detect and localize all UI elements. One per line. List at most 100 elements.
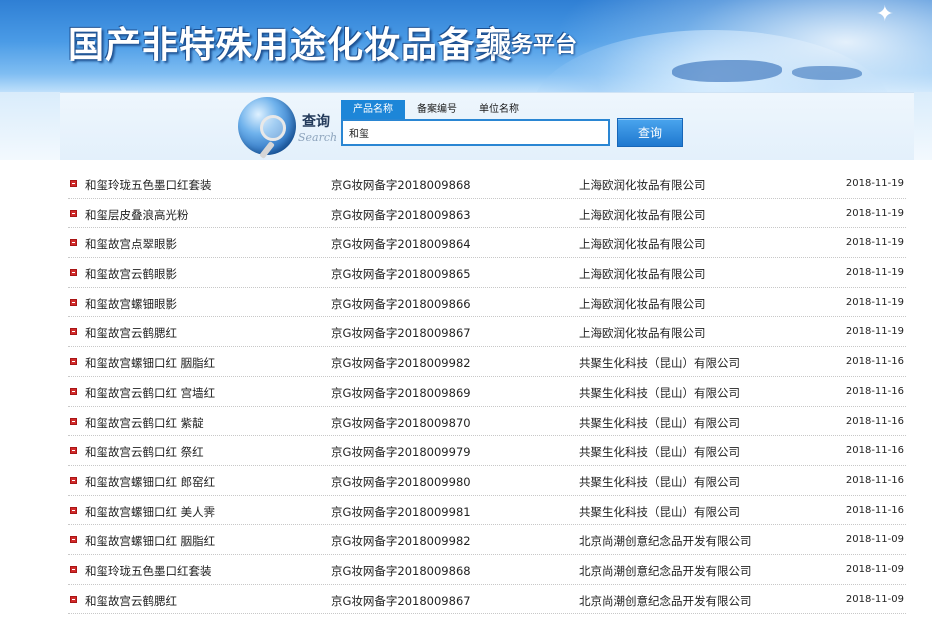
record-date: 2018-11-19 — [845, 326, 904, 338]
table-row: 和玺故宫螺钿口红 郎窑红 京G妆网备字2018009980 共聚生化科技（昆山）有限… — [68, 466, 906, 496]
record-number: 京G妆网备字2018009982 — [331, 534, 471, 549]
bullet-icon — [70, 417, 77, 425]
company-name: 上海欧润化妆品有限公司 — [579, 237, 706, 252]
company-name: 北京尚潮创意纪念品开发有限公司 — [579, 534, 752, 549]
product-name-link[interactable]: 和玺故宫云鹤腮红 — [85, 325, 177, 341]
record-number: 京G妆网备字2018009981 — [331, 504, 471, 519]
table-row: 和玺故宫螺钿口红 胭脂红 京G妆网备字2018009982 共聚生化科技（昆山）有限… — [68, 347, 906, 377]
record-date: 2018-11-16 — [845, 474, 904, 486]
panel-edge-left — [0, 92, 60, 160]
bullet-icon — [70, 506, 77, 514]
table-row: 和玺故宫点翠眼影 京G妆网备字2018009864 上海欧润化妆品有限公司 2018-… — [68, 228, 906, 259]
product-name-link[interactable]: 和玺故宫云鹤腮红 — [85, 593, 177, 609]
table-row: 和玺层皮叠浪高光粉 京G妆网备字2018009863 上海欧润化妆品有限公司 2018… — [68, 199, 906, 229]
product-name-link[interactable]: 和玺故宫云鹤口红 祭红 — [85, 444, 204, 460]
bullet-icon — [70, 565, 77, 573]
record-date: 2018-11-19 — [845, 296, 904, 308]
search-button[interactable]: 查询 — [617, 118, 683, 147]
product-name-link[interactable]: 和玺层皮叠浪高光粉 — [85, 207, 189, 223]
company-name: 共聚生化科技（昆山）有限公司 — [579, 385, 740, 400]
company-name: 上海欧润化妆品有限公司 — [579, 296, 706, 311]
bullet-icon — [70, 387, 77, 395]
bullet-icon — [70, 328, 77, 336]
table-row: 和玺故宫螺钿眼影 京G妆网备字2018009866 上海欧润化妆品有限公司 2018-… — [68, 288, 906, 318]
record-date: 2018-11-19 — [845, 237, 904, 249]
product-name-link[interactable]: 和玺故宫螺钿口红 郎窑红 — [85, 474, 215, 490]
product-name-link[interactable]: 和玺故宫螺钿口红 胭脂红 — [85, 533, 215, 549]
record-date: 2018-11-16 — [845, 385, 904, 397]
record-number: 京G妆网备字2018009868 — [331, 178, 471, 192]
record-number: 京G妆网备字2018009982 — [331, 356, 471, 371]
bullet-icon — [70, 358, 77, 366]
record-date: 2018-11-16 — [845, 504, 904, 516]
panel-edge-right — [914, 92, 932, 160]
company-name: 上海欧润化妆品有限公司 — [579, 267, 706, 282]
record-number: 京G妆网备字2018009863 — [331, 207, 471, 222]
product-name-link[interactable]: 和玺故宫螺钿口红 美人霁 — [85, 504, 215, 520]
product-name-link[interactable]: 和玺故宫螺钿眼影 — [85, 296, 177, 312]
company-name: 北京尚潮创意纪念品开发有限公司 — [579, 563, 752, 578]
table-row: 和玺故宫云鹤眼影 京G妆网备字2018009865 上海欧润化妆品有限公司 2018-… — [68, 258, 906, 288]
record-number: 京G妆网备字2018009979 — [331, 445, 471, 460]
product-name-link[interactable]: 和玺故宫点翠眼影 — [85, 236, 177, 252]
site-subtitle: 服务平台 — [489, 32, 578, 58]
product-name-link[interactable]: 和玺故宫螺钿口红 胭脂红 — [85, 355, 215, 371]
product-name-link[interactable]: 和玺故宫云鹤口红 宫墙红 — [85, 385, 215, 401]
product-name-link[interactable]: 和玺故宫云鹤眼影 — [85, 266, 177, 282]
tab-product-name[interactable]: 产品名称 — [341, 100, 405, 119]
record-number: 京G妆网备字2018009865 — [331, 267, 471, 282]
record-number: 京G妆网备字2018009870 — [331, 415, 471, 430]
product-name-link[interactable]: 和玺玲珑五色墨口红套装 — [85, 177, 212, 193]
search-logo: 查询 Search — [238, 97, 338, 159]
table-row: 和玺故宫螺钿口红 胭脂红 京G妆网备字2018009982 北京尚潮创意纪念品开发有… — [68, 525, 906, 555]
search-logo-label: 查询 — [302, 114, 330, 130]
map-decoration — [792, 66, 862, 80]
tab-company-name[interactable]: 单位名称 — [469, 100, 529, 119]
tab-record-number[interactable]: 备案编号 — [407, 100, 467, 119]
bullet-icon — [70, 536, 77, 544]
company-name: 上海欧润化妆品有限公司 — [579, 326, 706, 341]
table-row: 和玺玲珑五色墨口红套装 京G妆网备字2018009868 上海欧润化妆品有限公司 20… — [68, 169, 906, 199]
company-name: 共聚生化科技（昆山）有限公司 — [579, 356, 740, 371]
bullet-icon — [70, 298, 77, 306]
bullet-icon — [70, 209, 77, 217]
company-name: 共聚生化科技（昆山）有限公司 — [579, 474, 740, 489]
record-date: 2018-11-19 — [845, 267, 904, 279]
search-input[interactable] — [341, 119, 610, 146]
company-name: 共聚生化科技（昆山）有限公司 — [579, 445, 740, 460]
record-date: 2018-11-09 — [845, 593, 904, 605]
bullet-icon — [70, 595, 77, 603]
company-name: 共聚生化科技（昆山）有限公司 — [579, 415, 740, 430]
bullet-icon — [70, 269, 77, 277]
bullet-icon — [70, 239, 77, 247]
company-name: 北京尚潮创意纪念品开发有限公司 — [579, 593, 752, 608]
site-title: 国产非特殊用途化妆品备案 — [68, 24, 513, 66]
table-row: 和玺故宫云鹤腮红 京G妆网备字2018009867 北京尚潮创意纪念品开发有限公司 2… — [68, 585, 906, 615]
header-banner: ✦ 国产非特殊用途化妆品备案 服务平台 — [0, 0, 932, 92]
product-name-link[interactable]: 和玺故宫云鹤口红 紫靛 — [85, 415, 204, 431]
magnifier-icon — [260, 115, 286, 141]
record-number: 京G妆网备字2018009864 — [331, 237, 471, 252]
bullet-icon — [70, 476, 77, 484]
product-name-link[interactable]: 和玺玲珑五色墨口红套装 — [85, 563, 212, 579]
bullet-icon — [70, 447, 77, 455]
record-date: 2018-11-19 — [845, 178, 904, 189]
record-number: 京G妆网备字2018009869 — [331, 385, 471, 400]
record-number: 京G妆网备字2018009867 — [331, 326, 471, 341]
table-row: 和玺故宫云鹤口红 祭红 京G妆网备字2018009979 共聚生化科技（昆山）有限公… — [68, 436, 906, 466]
search-tabs: 产品名称 备案编号 单位名称 — [341, 100, 529, 119]
results-list: 和玺玲珑五色墨口红套装 京G妆网备字2018009868 上海欧润化妆品有限公司 20… — [68, 169, 906, 615]
map-decoration — [672, 60, 782, 82]
record-number: 京G妆网备字2018009866 — [331, 296, 471, 311]
record-date: 2018-11-09 — [845, 534, 904, 546]
bullet-icon — [70, 180, 77, 187]
table-row: 和玺故宫螺钿口红 美人霁 京G妆网备字2018009981 共聚生化科技（昆山）有限… — [68, 496, 906, 526]
table-row: 和玺故宫云鹤口红 宫墙红 京G妆网备字2018009869 共聚生化科技（昆山）有限… — [68, 377, 906, 407]
record-date: 2018-11-16 — [845, 415, 904, 427]
record-date: 2018-11-16 — [845, 445, 904, 457]
table-row: 和玺玲珑五色墨口红套装 京G妆网备字2018009868 北京尚潮创意纪念品开发有限… — [68, 555, 906, 585]
record-number: 京G妆网备字2018009867 — [331, 593, 471, 608]
table-row: 和玺故宫云鹤口红 紫靛 京G妆网备字2018009870 共聚生化科技（昆山）有限公… — [68, 407, 906, 437]
sparkle-icon: ✦ — [875, 2, 894, 27]
record-date: 2018-11-09 — [845, 563, 904, 575]
